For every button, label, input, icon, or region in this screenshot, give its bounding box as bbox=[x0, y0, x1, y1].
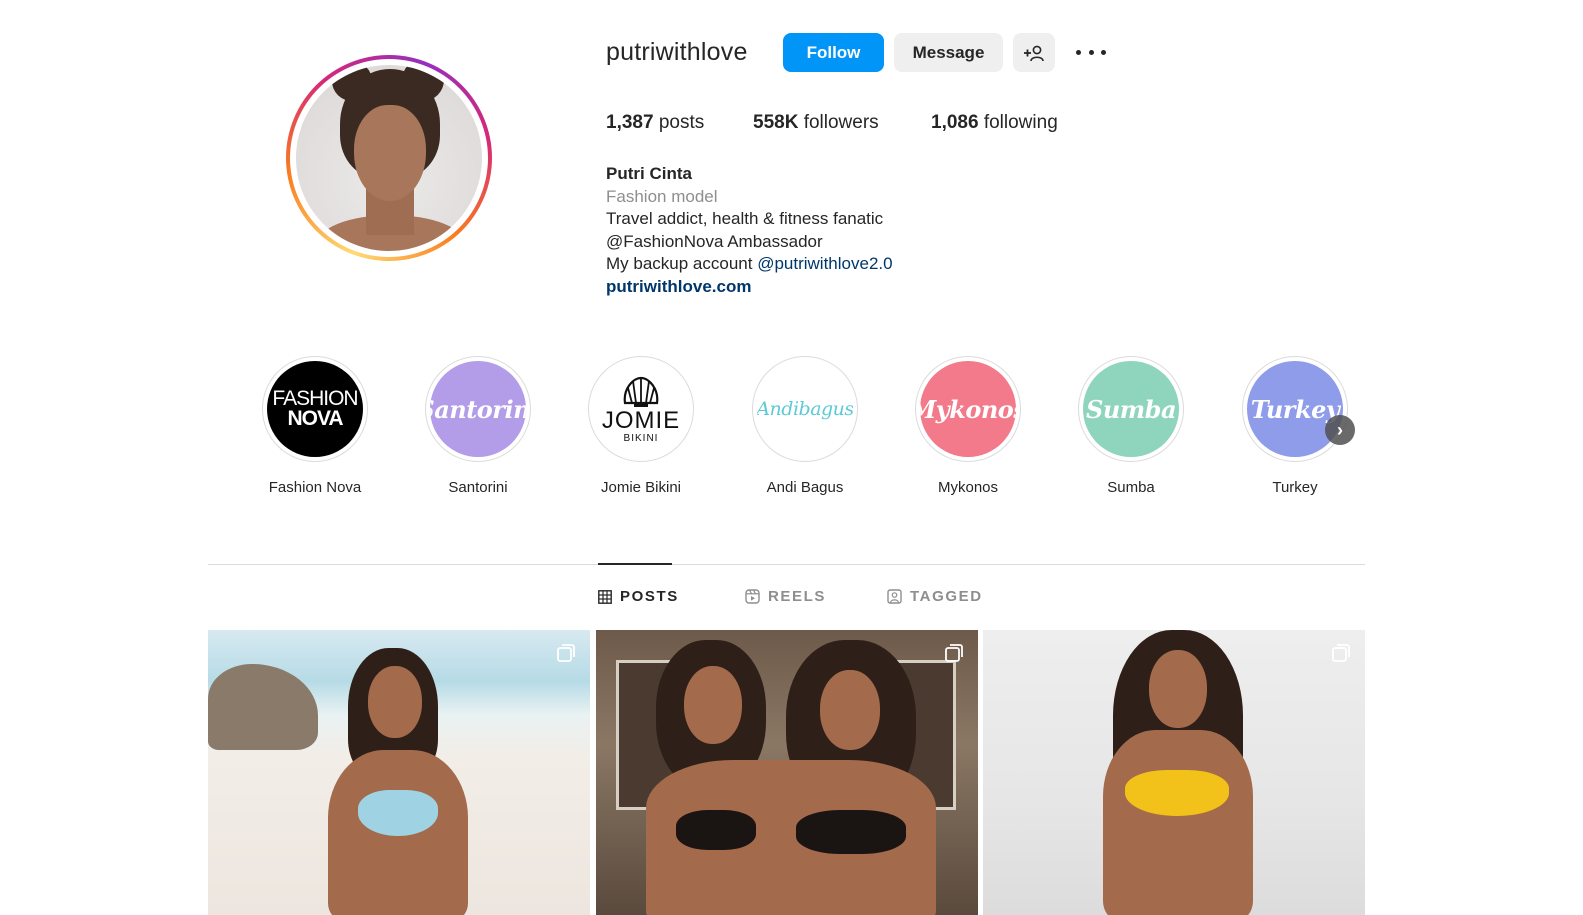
stat-followers[interactable]: 558K followers bbox=[753, 112, 879, 134]
highlight-cover-text: Sumba bbox=[1085, 394, 1177, 424]
post-thumbnail[interactable] bbox=[208, 630, 590, 915]
profile-website-link[interactable]: putriwithlove.com bbox=[606, 276, 893, 299]
highlight-cover-text: Santorini bbox=[430, 394, 526, 424]
active-tab-indicator bbox=[598, 563, 672, 565]
post-figure-body bbox=[1103, 730, 1253, 915]
post-figure-face bbox=[368, 666, 422, 738]
tab-label: POSTS bbox=[620, 588, 679, 605]
followers-label: followers bbox=[798, 112, 879, 133]
message-button[interactable]: Message bbox=[894, 33, 1003, 72]
bio-line-1: Travel addict, health & fitness fanatic bbox=[606, 209, 884, 228]
highlight-cover-text: Andibagus bbox=[757, 398, 853, 420]
profile-username: putriwithlove bbox=[606, 38, 748, 66]
highlight-cover-text: FASHION bbox=[272, 387, 358, 410]
highlight-ring: FASHION NOVA bbox=[262, 356, 368, 462]
bio-line-2: @FashionNova Ambassador bbox=[606, 231, 823, 251]
highlight-label: Jomie Bikini bbox=[600, 479, 682, 496]
highlight-label: Fashion Nova bbox=[268, 479, 362, 496]
highlight-cover-text: Turkey bbox=[1250, 394, 1340, 424]
highlight-sumba[interactable]: Sumba Sumba bbox=[1078, 356, 1184, 496]
tagged-icon bbox=[887, 589, 902, 604]
bio-line-3: My backup account @putriwithlove2.0 bbox=[606, 253, 893, 276]
tab-posts[interactable]: POSTS bbox=[598, 588, 679, 605]
post-figure-top bbox=[1125, 770, 1229, 816]
posts-count: 1,387 bbox=[606, 112, 654, 133]
post-figure-face bbox=[684, 666, 742, 744]
carousel-icon bbox=[557, 644, 575, 662]
tabs-divider bbox=[208, 564, 1365, 565]
bio-line-3-text: My backup account bbox=[606, 254, 758, 273]
chevron-right-icon[interactable]: › bbox=[1325, 415, 1355, 445]
carousel-icon bbox=[945, 644, 963, 662]
stat-following[interactable]: 1,086 following bbox=[931, 112, 1058, 134]
stat-posts: 1,387 posts bbox=[606, 112, 704, 134]
profile-full-name: Putri Cinta bbox=[606, 164, 692, 183]
avatar-hair-bun-right bbox=[402, 65, 444, 101]
followers-count: 558K bbox=[753, 112, 799, 133]
highlight-mykonos[interactable]: Mykonos Mykonos bbox=[915, 356, 1021, 496]
following-label: following bbox=[978, 112, 1058, 133]
highlight-cover: Turkey bbox=[1247, 361, 1343, 457]
reels-icon bbox=[745, 589, 760, 604]
follow-button[interactable]: Follow bbox=[783, 33, 884, 72]
tab-label: REELS bbox=[768, 588, 827, 605]
post-thumbnail[interactable] bbox=[983, 630, 1365, 915]
highlight-ring: JOMIE BIKINI bbox=[588, 356, 694, 462]
highlight-ring: Sumba bbox=[1078, 356, 1184, 462]
profile-avatar-ring[interactable] bbox=[286, 55, 492, 261]
profile-bio: Putri Cinta Fashion model Travel addict,… bbox=[606, 163, 893, 298]
highlight-jomie-bikini[interactable]: JOMIE BIKINI Jomie Bikini bbox=[588, 356, 694, 496]
highlight-cover: FASHION NOVA bbox=[267, 361, 363, 457]
profile-category: Fashion model bbox=[606, 186, 718, 206]
profile-avatar-frame bbox=[290, 59, 488, 257]
post-figure-top bbox=[676, 810, 756, 850]
post-figure-face bbox=[820, 670, 880, 750]
highlight-ring: Santorini bbox=[425, 356, 531, 462]
post-figure-top bbox=[796, 810, 906, 854]
highlight-cover: Mykonos bbox=[920, 361, 1016, 457]
highlight-cover-text: NOVA bbox=[287, 407, 343, 430]
post-figure-face bbox=[1149, 650, 1207, 728]
carousel-icon bbox=[1332, 644, 1350, 662]
highlight-santorini[interactable]: Santorini Santorini bbox=[425, 356, 531, 496]
highlight-ring: Turkey bbox=[1242, 356, 1348, 462]
highlight-ring: Andibagus bbox=[752, 356, 858, 462]
highlight-label: Sumba bbox=[1107, 479, 1155, 496]
tab-reels[interactable]: REELS bbox=[745, 588, 826, 605]
highlight-cover: JOMIE BIKINI bbox=[593, 361, 689, 457]
shell-icon bbox=[623, 376, 659, 407]
following-count: 1,086 bbox=[931, 112, 979, 133]
post-figure-top bbox=[358, 790, 438, 836]
highlight-cover: Sumba bbox=[1083, 361, 1179, 457]
highlight-cover-text: Mykonos bbox=[920, 394, 1016, 424]
highlight-label: Andi Bagus bbox=[766, 479, 844, 496]
highlight-cover: Santorini bbox=[430, 361, 526, 457]
bio-mention-link[interactable]: @putriwithlove2.0 bbox=[757, 254, 892, 273]
highlight-label: Mykonos bbox=[937, 479, 999, 496]
tab-tagged[interactable]: TAGGED bbox=[887, 588, 983, 605]
posts-label: posts bbox=[653, 112, 705, 133]
more-options-icon[interactable] bbox=[1076, 40, 1106, 64]
grid-icon bbox=[598, 589, 612, 604]
add-user-button[interactable] bbox=[1013, 33, 1055, 72]
highlight-label: Santorini bbox=[448, 479, 508, 496]
add-user-icon bbox=[1024, 45, 1044, 61]
post-thumbnail[interactable] bbox=[596, 630, 978, 915]
highlight-cover: Andibagus bbox=[757, 361, 853, 457]
profile-avatar bbox=[296, 65, 482, 251]
post-rock bbox=[208, 664, 318, 750]
highlight-ring: Mykonos bbox=[915, 356, 1021, 462]
highlight-label: Turkey bbox=[1272, 479, 1318, 496]
highlight-fashion-nova[interactable]: FASHION NOVA Fashion Nova bbox=[262, 356, 368, 496]
highlight-andi-bagus[interactable]: Andibagus Andi Bagus bbox=[752, 356, 858, 496]
avatar-face bbox=[354, 105, 426, 201]
highlight-cover-text: BIKINI bbox=[623, 432, 659, 444]
highlight-cover-text: JOMIE bbox=[601, 406, 681, 434]
tab-label: TAGGED bbox=[910, 588, 983, 605]
